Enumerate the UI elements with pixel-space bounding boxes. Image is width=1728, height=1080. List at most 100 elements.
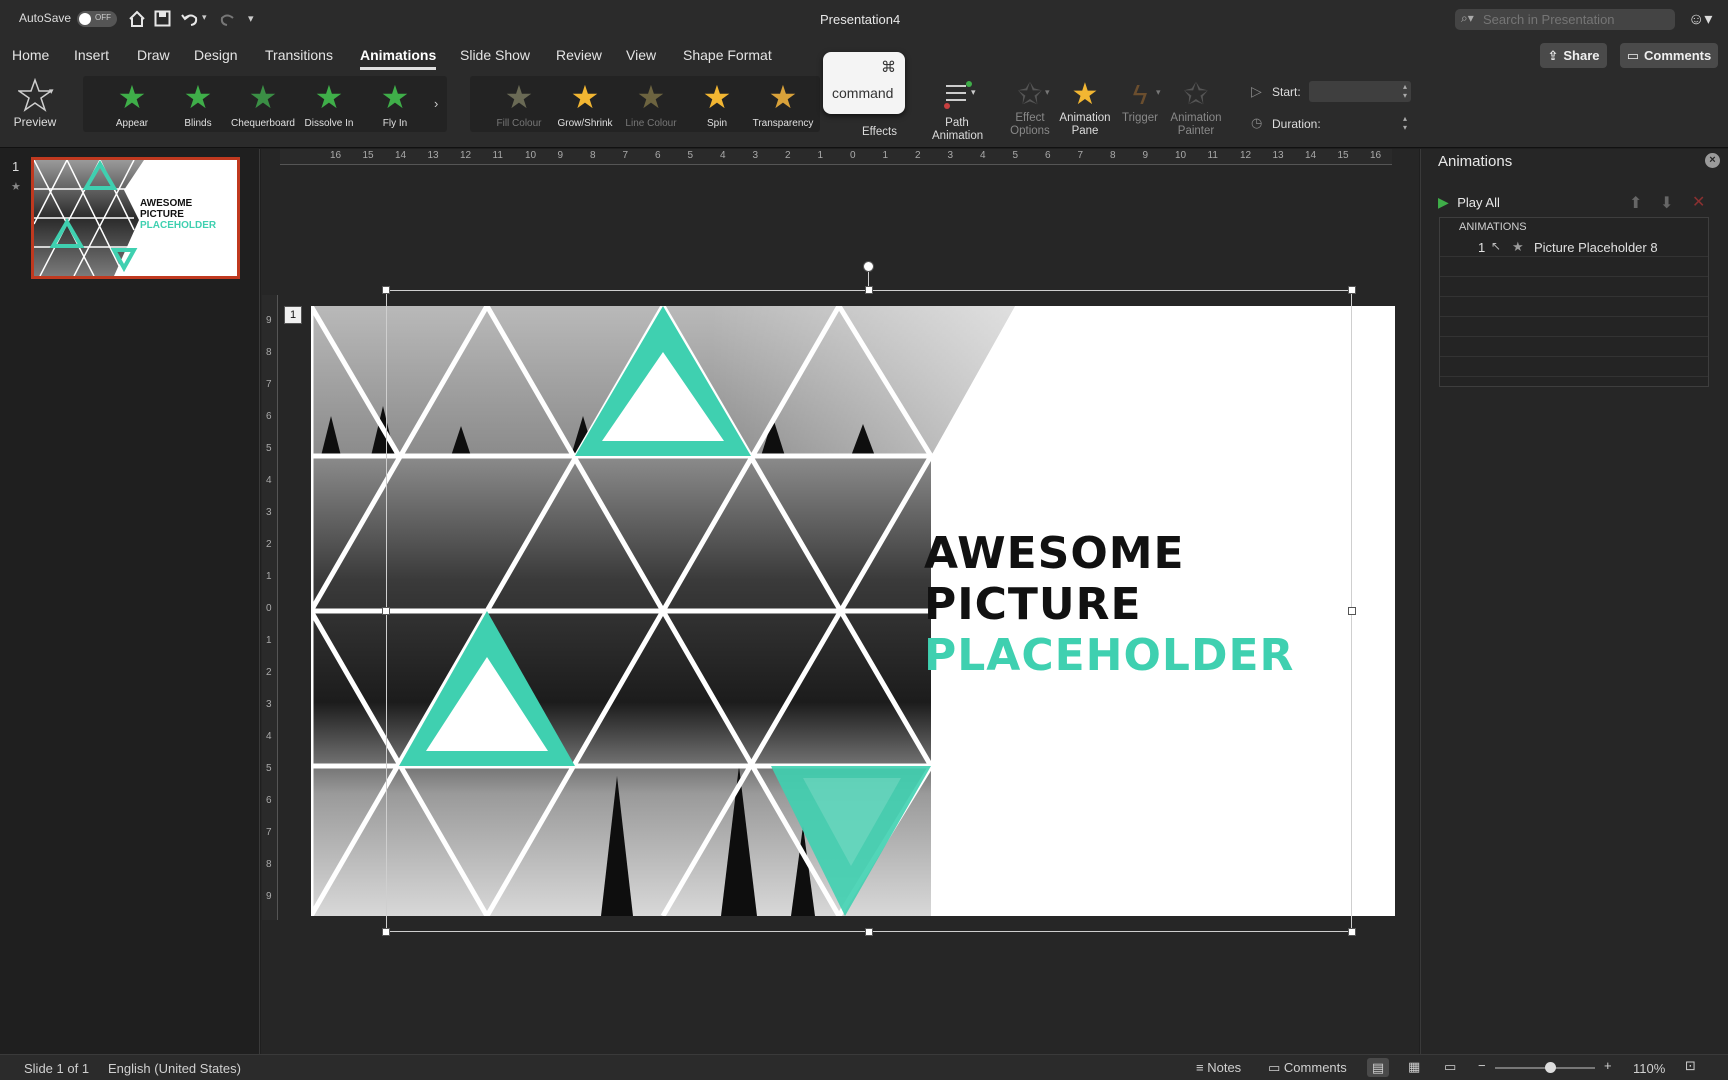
slide-sorter-icon[interactable]: ▦ xyxy=(1408,1059,1420,1075)
rotate-handle[interactable] xyxy=(863,261,874,272)
appear-star-icon: ★ xyxy=(117,79,147,115)
notes-button[interactable]: ≡ Notes xyxy=(1196,1060,1241,1075)
language-indicator[interactable]: English (United States) xyxy=(108,1061,241,1076)
status-comments-button[interactable]: ▭ Comments xyxy=(1268,1060,1347,1076)
normal-view-icon[interactable]: ▤ xyxy=(1367,1058,1389,1077)
comments-button[interactable]: ▭ Comments xyxy=(1620,43,1718,68)
empty-list-row xyxy=(1440,277,1708,297)
resize-handle-left[interactable] xyxy=(382,607,390,615)
customize-toolbar-icon[interactable]: ▾ xyxy=(248,12,254,25)
ruler-tick-label: 5 xyxy=(1012,150,1019,161)
play-all-button[interactable]: ▶ Play All xyxy=(1438,194,1500,212)
path-animation-icon xyxy=(944,81,972,109)
effect-blinds[interactable]: ★ Blinds xyxy=(165,80,231,132)
gallery-next-icon[interactable]: › xyxy=(434,96,438,111)
zoom-slider-knob[interactable] xyxy=(1545,1062,1556,1073)
tab-home[interactable]: Home xyxy=(12,47,49,63)
effect-chequerboard[interactable]: ★ Chequerboard xyxy=(230,80,296,132)
slide-title-line3: PLACEHOLDER xyxy=(924,630,1295,681)
effect-line-colour[interactable]: ★ Line Colour xyxy=(618,80,684,132)
animation-pane-icon: ★ xyxy=(1071,78,1099,111)
duration-label: Duration: xyxy=(1272,117,1321,131)
search-icon: ⌕▾ xyxy=(1461,11,1474,25)
effect-fill-colour[interactable]: ★ Fill Colour xyxy=(486,80,552,132)
ruler-tick-label: 1 xyxy=(266,571,272,582)
home-icon[interactable] xyxy=(128,10,146,28)
ruler-tick-label: 3 xyxy=(266,507,272,518)
search-input[interactable] xyxy=(1483,10,1669,28)
animation-painter-button[interactable]: ✩ Animation Painter xyxy=(1168,80,1224,140)
share-button[interactable]: ⇪ Share xyxy=(1540,43,1607,68)
presenter-view-icon[interactable]: ▭ xyxy=(1444,1059,1456,1075)
save-icon[interactable] xyxy=(154,10,171,27)
empty-list-row xyxy=(1440,297,1708,317)
title-bar: AutoSave OFF ▾ ▾ Presentation4 ⌕▾ ☺▾ xyxy=(0,0,1728,38)
ruler-tick-label: 0 xyxy=(850,150,856,161)
duration-field[interactable]: ▴ ▾ xyxy=(1334,113,1411,134)
thumbnail-animation-star-icon: ★ xyxy=(11,181,21,193)
effect-dissolve-in[interactable]: ★ Dissolve In xyxy=(296,80,362,132)
slide-canvas[interactable]: AWESOME PICTURE PLACEHOLDER xyxy=(311,306,1395,916)
delete-animation-icon[interactable]: ✕ xyxy=(1692,192,1705,212)
tab-animations[interactable]: Animations xyxy=(360,47,437,70)
ruler-tick-label: 6 xyxy=(655,150,661,161)
search-box[interactable]: ⌕▾ xyxy=(1455,9,1675,30)
zoom-level[interactable]: 110% xyxy=(1633,1061,1665,1076)
resize-handle-bottom-right[interactable] xyxy=(1348,928,1356,936)
tab-shape-format[interactable]: Shape Format xyxy=(683,47,772,63)
animation-pane-button[interactable]: ★ Animation Pane xyxy=(1057,80,1113,140)
undo-icon[interactable] xyxy=(181,10,199,28)
ruler-tick-label: 6 xyxy=(1045,150,1051,161)
path-dropdown-icon[interactable]: ▾ xyxy=(971,87,976,98)
resize-handle-bottom[interactable] xyxy=(865,928,873,936)
ruler-tick-label: 7 xyxy=(1077,150,1084,161)
effect-appear[interactable]: ★ Appear xyxy=(99,80,165,132)
animation-order-tag[interactable]: 1 xyxy=(284,306,302,324)
redo-icon[interactable] xyxy=(219,10,237,28)
fit-to-window-icon[interactable]: ⊡ xyxy=(1685,1058,1696,1074)
slide-count: Slide 1 of 1 xyxy=(24,1061,90,1076)
ruler-tick-label: 13 xyxy=(427,150,439,161)
tab-review[interactable]: Review xyxy=(556,47,602,63)
comment-icon: ▭ xyxy=(1268,1060,1281,1075)
ruler-tick-label: 14 xyxy=(1305,150,1317,161)
horizontal-ruler[interactable]: 16 15 14 13 12 11 10 9 8 7 6 5 4 3 2 1 0 1 2 3 4 5 6 7 8 9 10 11 12 1… xyxy=(280,149,1392,165)
command-symbol: ⌘ xyxy=(881,59,896,76)
resize-handle-bottom-left[interactable] xyxy=(382,928,390,936)
zoom-in-icon[interactable]: + xyxy=(1604,1058,1612,1073)
resize-handle-top-right[interactable] xyxy=(1348,286,1356,294)
tab-draw[interactable]: Draw xyxy=(137,47,170,63)
tab-slide-show[interactable]: Slide Show xyxy=(460,47,530,63)
start-select[interactable]: ▴ ▾ xyxy=(1309,81,1411,102)
resize-handle-top[interactable] xyxy=(865,286,873,294)
fly-in-star-icon: ★ xyxy=(380,79,410,115)
ruler-tick-label: 4 xyxy=(980,150,986,161)
trigger-dropdown-icon[interactable]: ▾ xyxy=(1156,87,1161,98)
resize-handle-top-left[interactable] xyxy=(382,286,390,294)
slide-title[interactable]: AWESOME PICTURE PLACEHOLDER xyxy=(924,528,1294,681)
resize-handle-right[interactable] xyxy=(1348,607,1356,615)
feedback-smiley-icon[interactable]: ☺▾ xyxy=(1688,9,1712,29)
move-up-icon[interactable]: ⬆ xyxy=(1629,193,1642,213)
zoom-slider[interactable] xyxy=(1495,1062,1595,1073)
effect-grow-shrink[interactable]: ★ Grow/Shrink xyxy=(552,80,618,132)
preview-dropdown-icon[interactable]: ▾ xyxy=(49,86,54,97)
effect-options-dropdown-icon[interactable]: ▾ xyxy=(1045,87,1050,98)
move-down-icon[interactable]: ⬇ xyxy=(1660,193,1673,213)
slide-title-line2: PICTURE xyxy=(924,579,1142,630)
effect-transparency[interactable]: ★ Transparency xyxy=(750,80,816,132)
close-pane-icon[interactable]: × xyxy=(1705,153,1720,168)
effect-fly-in[interactable]: ★ Fly In xyxy=(362,80,428,132)
ruler-tick-label: 14 xyxy=(395,150,407,161)
slide-thumbnail[interactable]: AWESOME PICTURE PLACEHOLDER xyxy=(31,157,240,279)
autosave-toggle[interactable]: OFF xyxy=(77,11,117,27)
tab-insert[interactable]: Insert xyxy=(74,47,109,63)
undo-dropdown-icon[interactable]: ▾ xyxy=(202,12,207,23)
tab-design[interactable]: Design xyxy=(194,47,238,63)
tab-transitions[interactable]: Transitions xyxy=(265,47,333,63)
effect-spin[interactable]: ★ Spin xyxy=(684,80,750,132)
vertical-ruler[interactable]: 9 8 7 6 5 4 3 2 1 0 1 2 3 4 5 6 7 8 9 xyxy=(262,295,278,920)
animation-list-item[interactable]: 1 ↖ ★ Picture Placeholder 8 xyxy=(1440,237,1708,257)
zoom-out-icon[interactable]: − xyxy=(1478,1058,1486,1073)
tab-view[interactable]: View xyxy=(626,47,656,63)
